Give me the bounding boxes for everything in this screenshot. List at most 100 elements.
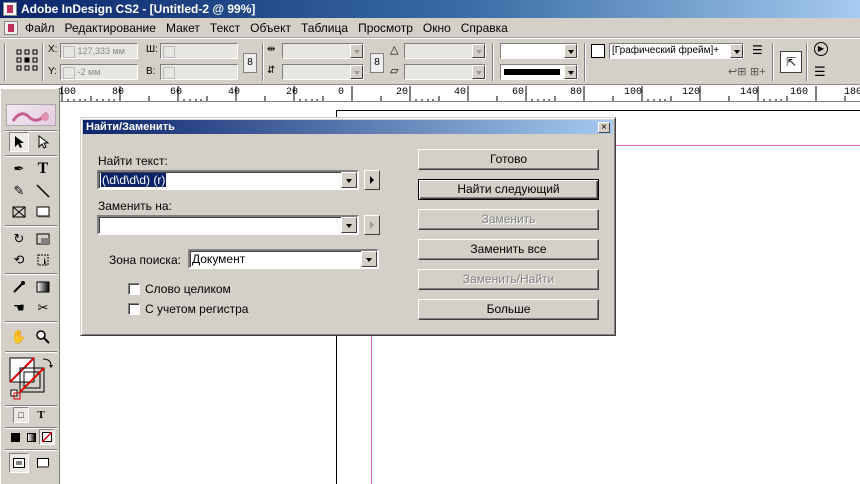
replace-dropdown-button[interactable] bbox=[341, 217, 357, 233]
quick-apply-icon[interactable]: ⇱ bbox=[780, 51, 802, 73]
menu-bar: Файл Редактирование Макет Текст Объект Т… bbox=[0, 18, 860, 38]
find-dropdown-button[interactable] bbox=[341, 172, 357, 188]
rectangle-tool-icon[interactable] bbox=[33, 202, 53, 222]
rotate-angle-field[interactable] bbox=[404, 43, 486, 59]
ruler-label: 60 bbox=[512, 87, 525, 98]
apply-gradient-icon[interactable] bbox=[23, 429, 39, 445]
width-field[interactable] bbox=[160, 43, 238, 59]
hand-tool-icon[interactable]: ✋ bbox=[9, 327, 29, 347]
direct-selection-tool-icon[interactable] bbox=[33, 132, 53, 152]
height-field[interactable] bbox=[160, 64, 238, 80]
close-icon[interactable]: × bbox=[598, 122, 610, 133]
scale-y-icon: ⇵ bbox=[267, 65, 276, 76]
pencil-tool-icon[interactable]: ✎ bbox=[9, 181, 29, 201]
x-value: 127,333 мм bbox=[77, 46, 125, 56]
ruler-label: 120 bbox=[682, 87, 701, 98]
object-style-icon bbox=[591, 44, 605, 58]
horizontal-ruler[interactable]: 100 80 60 40 20 0 20 40 60 80 100 120 14… bbox=[0, 86, 860, 102]
constrain-proportions-icon[interactable]: 8 bbox=[243, 53, 257, 73]
menu-view[interactable]: Просмотр bbox=[353, 18, 418, 38]
find-text-value: (\d\d\d\d) (r) bbox=[101, 173, 167, 187]
reference-point-icon[interactable] bbox=[16, 49, 38, 71]
y-label: Y: bbox=[48, 66, 57, 77]
constrain-scale-icon[interactable]: 8 bbox=[370, 53, 384, 73]
separator bbox=[5, 155, 57, 157]
separator bbox=[492, 43, 494, 81]
replace-text-combobox[interactable] bbox=[97, 215, 359, 235]
ruler-label: 0 bbox=[338, 87, 345, 98]
shear-angle-field[interactable] bbox=[404, 64, 486, 80]
object-style-value: [Графический фрейм]+ bbox=[612, 45, 720, 56]
search-scope-select[interactable]: Документ bbox=[188, 249, 379, 269]
replace-special-chars-button[interactable] bbox=[364, 215, 380, 235]
dialog-titlebar: Найти/Заменить × bbox=[83, 120, 613, 134]
window-titlebar: Adobe InDesign CS2 - [Untitled-2 @ 99%] bbox=[0, 0, 860, 18]
find-special-chars-button[interactable] bbox=[364, 170, 380, 190]
panel-menu-icon[interactable]: ☰ bbox=[814, 64, 826, 80]
ruler-label: 80 bbox=[570, 87, 583, 98]
clear-overrides-icon[interactable]: ↩⊞ bbox=[728, 65, 746, 78]
page-top-edge bbox=[336, 110, 860, 111]
stroke-type-field[interactable] bbox=[500, 64, 578, 80]
done-button[interactable]: Готово bbox=[418, 149, 599, 170]
type-tool-icon[interactable]: T bbox=[33, 159, 53, 179]
rectangle-frame-tool-icon[interactable] bbox=[9, 202, 29, 222]
menu-layout[interactable]: Макет bbox=[161, 18, 205, 38]
whole-word-checkbox[interactable] bbox=[128, 283, 140, 295]
find-text-combobox[interactable]: (\d\d\d\d) (r) bbox=[97, 170, 359, 190]
selection-tool-icon[interactable] bbox=[9, 132, 29, 152]
menu-object[interactable]: Объект bbox=[245, 18, 296, 38]
ruler-label: 80 bbox=[112, 87, 125, 98]
document-control-icon[interactable] bbox=[4, 20, 18, 35]
y-position-field[interactable]: -2 мм bbox=[60, 64, 138, 80]
separator bbox=[772, 43, 774, 81]
x-position-field[interactable]: 127,333 мм bbox=[60, 43, 138, 59]
apply-color-icon[interactable] bbox=[7, 429, 23, 445]
object-style-select[interactable]: [Графический фрейм]+ bbox=[609, 43, 744, 59]
scale-tool-icon[interactable] bbox=[33, 229, 53, 249]
replace-all-button[interactable]: Заменить все bbox=[418, 239, 599, 260]
scale-y-field[interactable] bbox=[282, 64, 364, 80]
object-styles-menu-icon[interactable]: ☰ bbox=[752, 43, 763, 57]
more-button[interactable]: Больше bbox=[418, 299, 599, 320]
scope-dropdown-button[interactable] bbox=[361, 251, 377, 267]
tools-panel: ✒ T ✎ ↻ ⟲ ☚ ✂ ✋ □ T bbox=[0, 89, 60, 484]
separator bbox=[806, 43, 808, 81]
scissors-tool-icon[interactable]: ✂ bbox=[33, 298, 53, 318]
rotate-angle-icon: △ bbox=[390, 44, 399, 56]
play-icon[interactable]: ▶ bbox=[814, 42, 828, 56]
shear-tool-icon[interactable]: ⟲ bbox=[9, 250, 29, 270]
indesign-app-icon[interactable] bbox=[3, 2, 17, 16]
formatting-text-icon[interactable]: T bbox=[33, 407, 49, 423]
gradient-tool-icon[interactable] bbox=[33, 277, 53, 297]
fill-stroke-swatch-icon[interactable] bbox=[9, 357, 55, 401]
menu-type[interactable]: Текст bbox=[205, 18, 245, 38]
ruler-label: 140 bbox=[740, 87, 759, 98]
preview-view-icon[interactable] bbox=[33, 453, 53, 473]
replace-button[interactable]: Заменить bbox=[418, 209, 599, 230]
menu-edit[interactable]: Редактирование bbox=[60, 18, 161, 38]
line-tool-icon[interactable] bbox=[33, 181, 53, 201]
find-next-button[interactable]: Найти следующий bbox=[418, 179, 599, 200]
ruler-label: 40 bbox=[228, 87, 241, 98]
stroke-weight-field[interactable] bbox=[500, 43, 578, 59]
new-style-icon[interactable]: ⊞+ bbox=[750, 65, 766, 78]
pen-tool-icon[interactable]: ✒ bbox=[9, 159, 29, 179]
formatting-container-icon[interactable]: □ bbox=[13, 407, 29, 423]
button-tool-icon[interactable]: ☚ bbox=[9, 298, 29, 318]
eyedropper-tool-icon[interactable] bbox=[9, 277, 29, 297]
case-sensitive-checkbox[interactable] bbox=[128, 303, 140, 315]
rotate-tool-icon[interactable]: ↻ bbox=[9, 229, 29, 249]
normal-view-icon[interactable] bbox=[9, 453, 29, 473]
zoom-tool-icon[interactable] bbox=[33, 327, 53, 347]
scale-x-icon: ⇹ bbox=[267, 44, 276, 55]
menu-file[interactable]: Файл bbox=[20, 18, 60, 38]
separator bbox=[262, 43, 264, 81]
menu-window[interactable]: Окно bbox=[418, 18, 456, 38]
replace-find-button[interactable]: Заменить/Найти bbox=[418, 269, 599, 290]
scale-x-field[interactable] bbox=[282, 43, 364, 59]
free-transform-tool-icon[interactable] bbox=[33, 250, 53, 270]
menu-help[interactable]: Справка bbox=[456, 18, 513, 38]
menu-table[interactable]: Таблица bbox=[296, 18, 353, 38]
apply-none-icon[interactable] bbox=[39, 429, 55, 445]
